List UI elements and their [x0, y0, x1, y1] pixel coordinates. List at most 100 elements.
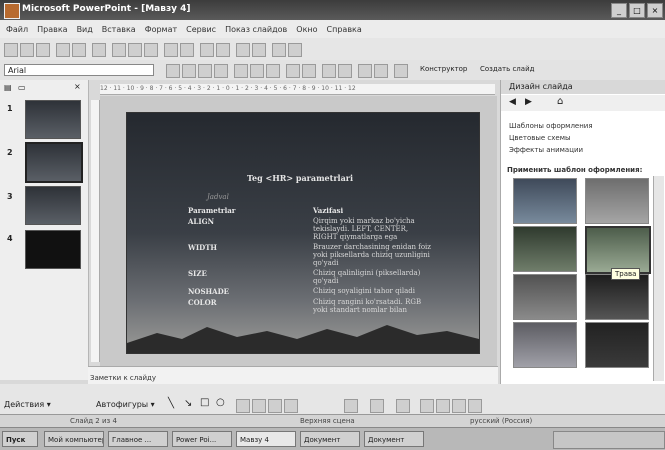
- open-icon[interactable]: [20, 43, 34, 57]
- spelling-icon[interactable]: [92, 43, 106, 57]
- template-thumb[interactable]: [585, 178, 649, 224]
- menu-view[interactable]: Вид: [77, 25, 93, 34]
- redo-icon[interactable]: [180, 43, 194, 57]
- template-thumb[interactable]: [513, 178, 577, 224]
- undo-icon[interactable]: [164, 43, 178, 57]
- help-icon[interactable]: [288, 43, 302, 57]
- new-slide-button[interactable]: Создать слайд: [480, 65, 534, 73]
- paste-icon[interactable]: [144, 43, 158, 57]
- arrow-icon[interactable]: ↘: [184, 398, 192, 409]
- parameters-table[interactable]: Parametrlar Vazifasi ALIGN Qirqim yoki m…: [185, 205, 435, 315]
- menu-file[interactable]: Файл: [6, 25, 28, 34]
- template-thumb[interactable]: [513, 322, 577, 368]
- align-center-icon[interactable]: [250, 64, 264, 78]
- shadow-icon[interactable]: [214, 64, 228, 78]
- dash-style-icon[interactable]: [436, 399, 450, 413]
- font-color-icon[interactable]: [394, 64, 408, 78]
- task-pane-title[interactable]: Дизайн слайда: [501, 80, 665, 94]
- save-icon[interactable]: [36, 43, 50, 57]
- textbox-icon[interactable]: [236, 399, 250, 413]
- slide-thumbnail-3[interactable]: [25, 186, 81, 225]
- close-pane-icon[interactable]: ×: [74, 82, 81, 91]
- taskbar-item[interactable]: Мой компьютер: [44, 431, 104, 447]
- zoom-icon[interactable]: [272, 43, 286, 57]
- shadow-style-icon[interactable]: [468, 399, 482, 413]
- table-header: Parametrlar: [188, 206, 236, 215]
- bold-icon[interactable]: [166, 64, 180, 78]
- animation-schemes-link[interactable]: Эффекты анимации: [509, 146, 583, 154]
- bullets-icon[interactable]: [302, 64, 316, 78]
- rectangle-icon[interactable]: □: [200, 397, 209, 408]
- template-thumb[interactable]: [513, 226, 577, 272]
- taskbar-item[interactable]: Power Poi...: [172, 431, 232, 447]
- font-size-down-icon[interactable]: [338, 64, 352, 78]
- underline-icon[interactable]: [198, 64, 212, 78]
- close-button[interactable]: ×: [647, 3, 663, 18]
- oval-icon[interactable]: ○: [216, 397, 225, 408]
- menu-tools[interactable]: Сервис: [186, 25, 216, 34]
- outline-tab-icon[interactable]: ▤: [4, 83, 12, 92]
- design-button[interactable]: Конструктор: [420, 65, 467, 73]
- menu-window[interactable]: Окно: [296, 25, 317, 34]
- forward-icon[interactable]: ▶: [525, 97, 532, 107]
- slide-thumbnail-2[interactable]: [25, 142, 83, 183]
- menu-edit[interactable]: Правка: [37, 25, 67, 34]
- align-left-icon[interactable]: [234, 64, 248, 78]
- slide-thumbnail-1[interactable]: [25, 100, 81, 139]
- actions-menu[interactable]: Действия ▾: [4, 400, 51, 409]
- numbering-icon[interactable]: [286, 64, 300, 78]
- back-icon[interactable]: ◀: [509, 97, 516, 107]
- menu-format[interactable]: Формат: [145, 25, 177, 34]
- slide-thumbnail-4[interactable]: [25, 230, 81, 269]
- slide-counter: Слайд 2 из 4: [70, 417, 117, 425]
- taskbar-item[interactable]: Документ: [300, 431, 360, 447]
- outdent-icon[interactable]: [374, 64, 388, 78]
- autoshapes-menu[interactable]: Автофигуры ▾: [96, 400, 155, 409]
- align-right-icon[interactable]: [266, 64, 280, 78]
- line-icon[interactable]: ╲: [168, 398, 174, 409]
- grid-icon[interactable]: [236, 43, 250, 57]
- copy-icon[interactable]: [128, 43, 142, 57]
- clipart-icon[interactable]: [268, 399, 282, 413]
- menu-help[interactable]: Справка: [327, 25, 362, 34]
- minimize-button[interactable]: _: [611, 3, 627, 18]
- slides-tab-icon[interactable]: ▭: [18, 83, 26, 92]
- arrow-style-icon[interactable]: [452, 399, 466, 413]
- template-thumb[interactable]: [585, 274, 649, 320]
- slide-title[interactable]: Teg <HR> parametrlari: [247, 173, 353, 183]
- print-icon[interactable]: [56, 43, 70, 57]
- color-icon[interactable]: [252, 43, 266, 57]
- template-thumb[interactable]: [585, 226, 651, 274]
- fill-color-icon[interactable]: [344, 399, 358, 413]
- new-icon[interactable]: [4, 43, 18, 57]
- font-name-select[interactable]: Arial: [4, 64, 154, 76]
- task-pane: Дизайн слайда ◀ ▶ ⌂ Шаблоны оформления Ц…: [500, 80, 665, 385]
- line-style-icon[interactable]: [420, 399, 434, 413]
- taskbar-item[interactable]: Документ: [364, 431, 424, 447]
- color-schemes-link[interactable]: Цветовые схемы: [509, 134, 571, 142]
- menu-insert[interactable]: Вставка: [102, 25, 136, 34]
- taskbar-item[interactable]: Главное ...: [108, 431, 168, 447]
- window-controls: _ □ ×: [611, 3, 663, 18]
- italic-icon[interactable]: [182, 64, 196, 78]
- chart-icon[interactable]: [200, 43, 214, 57]
- design-templates-link[interactable]: Шаблоны оформления: [509, 122, 593, 130]
- indent-icon[interactable]: [358, 64, 372, 78]
- font-size-up-icon[interactable]: [322, 64, 336, 78]
- maximize-button[interactable]: □: [629, 3, 645, 18]
- cut-icon[interactable]: [112, 43, 126, 57]
- start-button[interactable]: Пуск: [2, 431, 38, 447]
- preview-icon[interactable]: [72, 43, 86, 57]
- line-color-icon[interactable]: [370, 399, 384, 413]
- taskbar-item-active[interactable]: Мавзу 4: [236, 431, 296, 447]
- menu-slideshow[interactable]: Показ слайдов: [225, 25, 287, 34]
- template-thumb[interactable]: [513, 274, 577, 320]
- task-pane-scrollbar[interactable]: [653, 176, 664, 381]
- wordart-icon[interactable]: [252, 399, 266, 413]
- table-icon[interactable]: [216, 43, 230, 57]
- current-slide[interactable]: Teg <HR> parametrlari Jadval Parametrlar…: [126, 112, 480, 354]
- font-color-draw-icon[interactable]: [396, 399, 410, 413]
- template-thumb[interactable]: [585, 322, 649, 368]
- picture-icon[interactable]: [284, 399, 298, 413]
- home-icon[interactable]: ⌂: [557, 96, 563, 107]
